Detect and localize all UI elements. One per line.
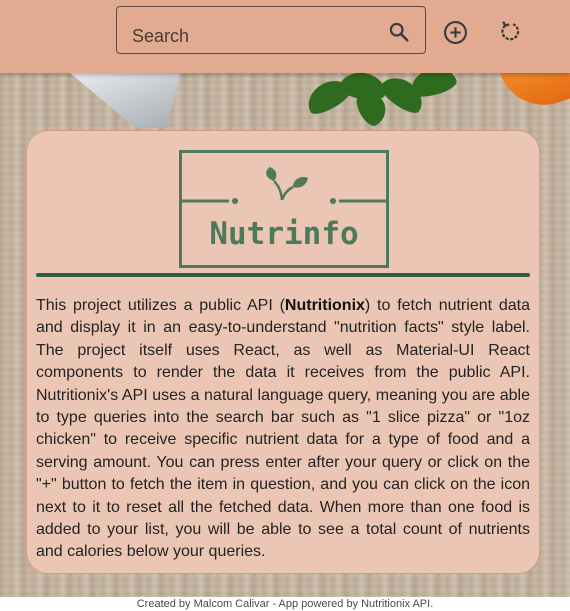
add-circle-icon[interactable] bbox=[443, 20, 468, 45]
refresh-icon[interactable] bbox=[497, 19, 522, 44]
app-header bbox=[0, 0, 570, 73]
search-input[interactable] bbox=[117, 7, 367, 52]
search-field[interactable] bbox=[116, 6, 426, 54]
api-name: Nutritionix bbox=[284, 297, 365, 314]
nutrinfo-logo: Nutrinfo bbox=[179, 150, 389, 268]
card-divider bbox=[36, 273, 530, 277]
logo-text: Nutrinfo bbox=[209, 216, 358, 252]
info-card: Nutrinfo This project utilizes a public … bbox=[26, 130, 540, 574]
sprout-icon bbox=[266, 167, 308, 201]
search-icon[interactable] bbox=[388, 21, 410, 43]
footer-credits: Created by Malcom Calivar - App powered … bbox=[0, 597, 570, 611]
parsley-decoration bbox=[295, 73, 465, 133]
project-description: This project utilizes a public API (Nutr… bbox=[36, 297, 531, 561]
